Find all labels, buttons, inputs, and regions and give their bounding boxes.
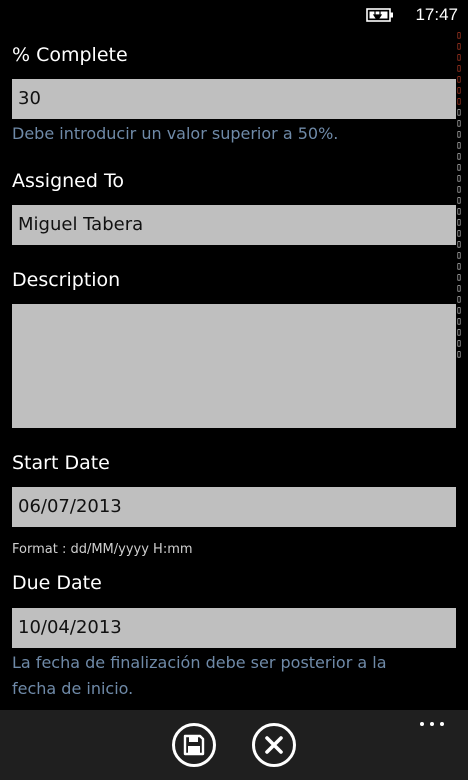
status-bar: 17:47: [0, 0, 468, 32]
percent-complete-input[interactable]: 30: [12, 79, 456, 119]
start-date-label: Start Date: [12, 452, 110, 474]
start-date-format-hint: Format : dd/MM/yyyy H:mm: [12, 542, 193, 557]
battery-charging-icon: [366, 8, 393, 22]
due-date-input[interactable]: 10/04/2013: [12, 608, 456, 648]
cancel-button[interactable]: [252, 723, 296, 767]
offscreen-side-column: ▯ ▯ ▯ ▯ ▯ ▯ ▯ ▯ ▯ ▯ ▯ ▯ ▯ ▯ ▯ ▯ ▯ ▯ ▯ ▯ ▯ ▯ ▯ ▯ ▯ ▯ ▯ ▯ ▯ ▯: [456, 30, 463, 360]
percent-complete-label: % Complete: [12, 44, 128, 66]
save-button[interactable]: [172, 723, 216, 767]
close-icon: [265, 736, 283, 754]
description-input[interactable]: [12, 304, 456, 428]
assigned-to-label: Assigned To: [12, 170, 124, 192]
description-label: Description: [12, 269, 121, 291]
percent-complete-error: Debe introducir un valor superior a 50%.: [12, 124, 339, 143]
due-date-error: La fecha de finalización debe ser poster…: [12, 650, 432, 702]
due-date-label: Due Date: [12, 572, 102, 594]
clock: 17:47: [415, 5, 458, 24]
application-bar: [0, 710, 468, 780]
due-date-error-line2: fecha de inicio.: [12, 679, 134, 698]
start-date-input[interactable]: 06/07/2013: [12, 487, 456, 527]
more-ellipsis-icon[interactable]: [418, 716, 448, 732]
due-date-error-line1: La fecha de finalización debe ser poster…: [12, 653, 387, 672]
save-icon: [183, 734, 205, 756]
assigned-to-input[interactable]: Miguel Tabera: [12, 205, 456, 245]
